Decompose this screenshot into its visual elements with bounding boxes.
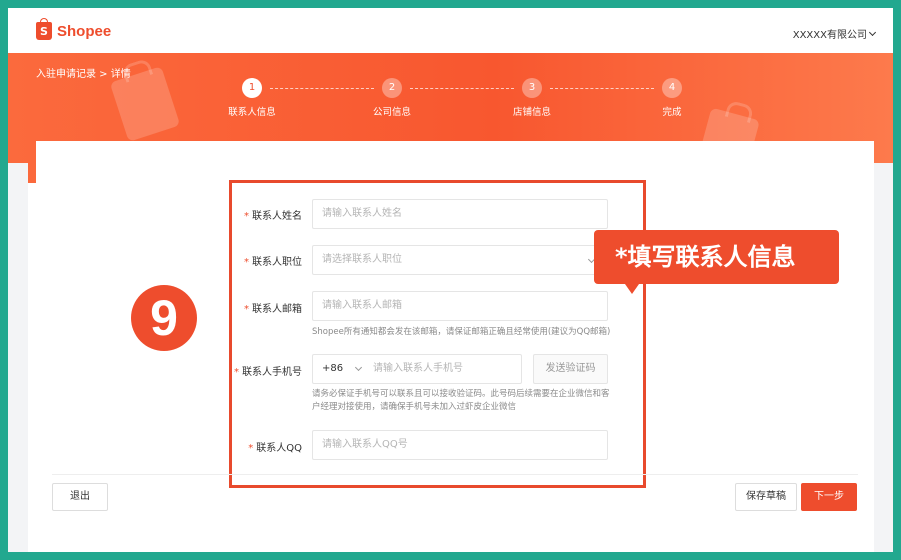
step-label: 完成 (662, 107, 682, 118)
footer-divider (52, 474, 858, 475)
page-gutter-left (8, 163, 28, 552)
company-name: XXXXX有限公司 (792, 30, 867, 41)
step-number: 3 (522, 78, 542, 98)
step-contact-info: 1 联系人信息 (212, 78, 292, 118)
step-number: 2 (382, 78, 402, 98)
step-number: 4 (662, 78, 682, 98)
step-company-info: 2 公司信息 (352, 78, 432, 118)
step-label: 联系人信息 (228, 107, 276, 118)
step-number-badge: 9 (131, 285, 197, 351)
logo-text: Shopee (57, 22, 112, 40)
progress-steps: 1 联系人信息 2 公司信息 3 店铺信息 4 完成 (8, 78, 893, 128)
exit-button[interactable]: 退出 (52, 483, 108, 511)
shopee-bag-icon: S (36, 18, 52, 40)
next-step-button[interactable]: 下一步 (801, 483, 857, 511)
chevron-down-icon (868, 28, 877, 36)
company-menu[interactable]: XXXXX有限公司 (792, 26, 877, 41)
step-label: 公司信息 (372, 107, 411, 118)
save-draft-button[interactable]: 保存草稿 (735, 483, 797, 511)
page-gutter-right (873, 163, 893, 552)
top-bar: S Shopee XXXXX有限公司 (8, 8, 893, 53)
step-shop-info: 3 店铺信息 (492, 78, 572, 118)
app-window: S Shopee XXXXX有限公司 入驻申请记录 > 详情 1 联系人信息 2… (8, 8, 893, 552)
tooltip-pointer (625, 284, 639, 294)
annotation-tooltip: *填写联系人信息 (594, 230, 839, 284)
step-complete: 4 完成 (632, 78, 712, 118)
shopee-logo[interactable]: S Shopee (36, 18, 112, 40)
step-number: 1 (242, 78, 262, 98)
highlight-box (229, 180, 646, 488)
step-label: 店铺信息 (512, 107, 551, 118)
